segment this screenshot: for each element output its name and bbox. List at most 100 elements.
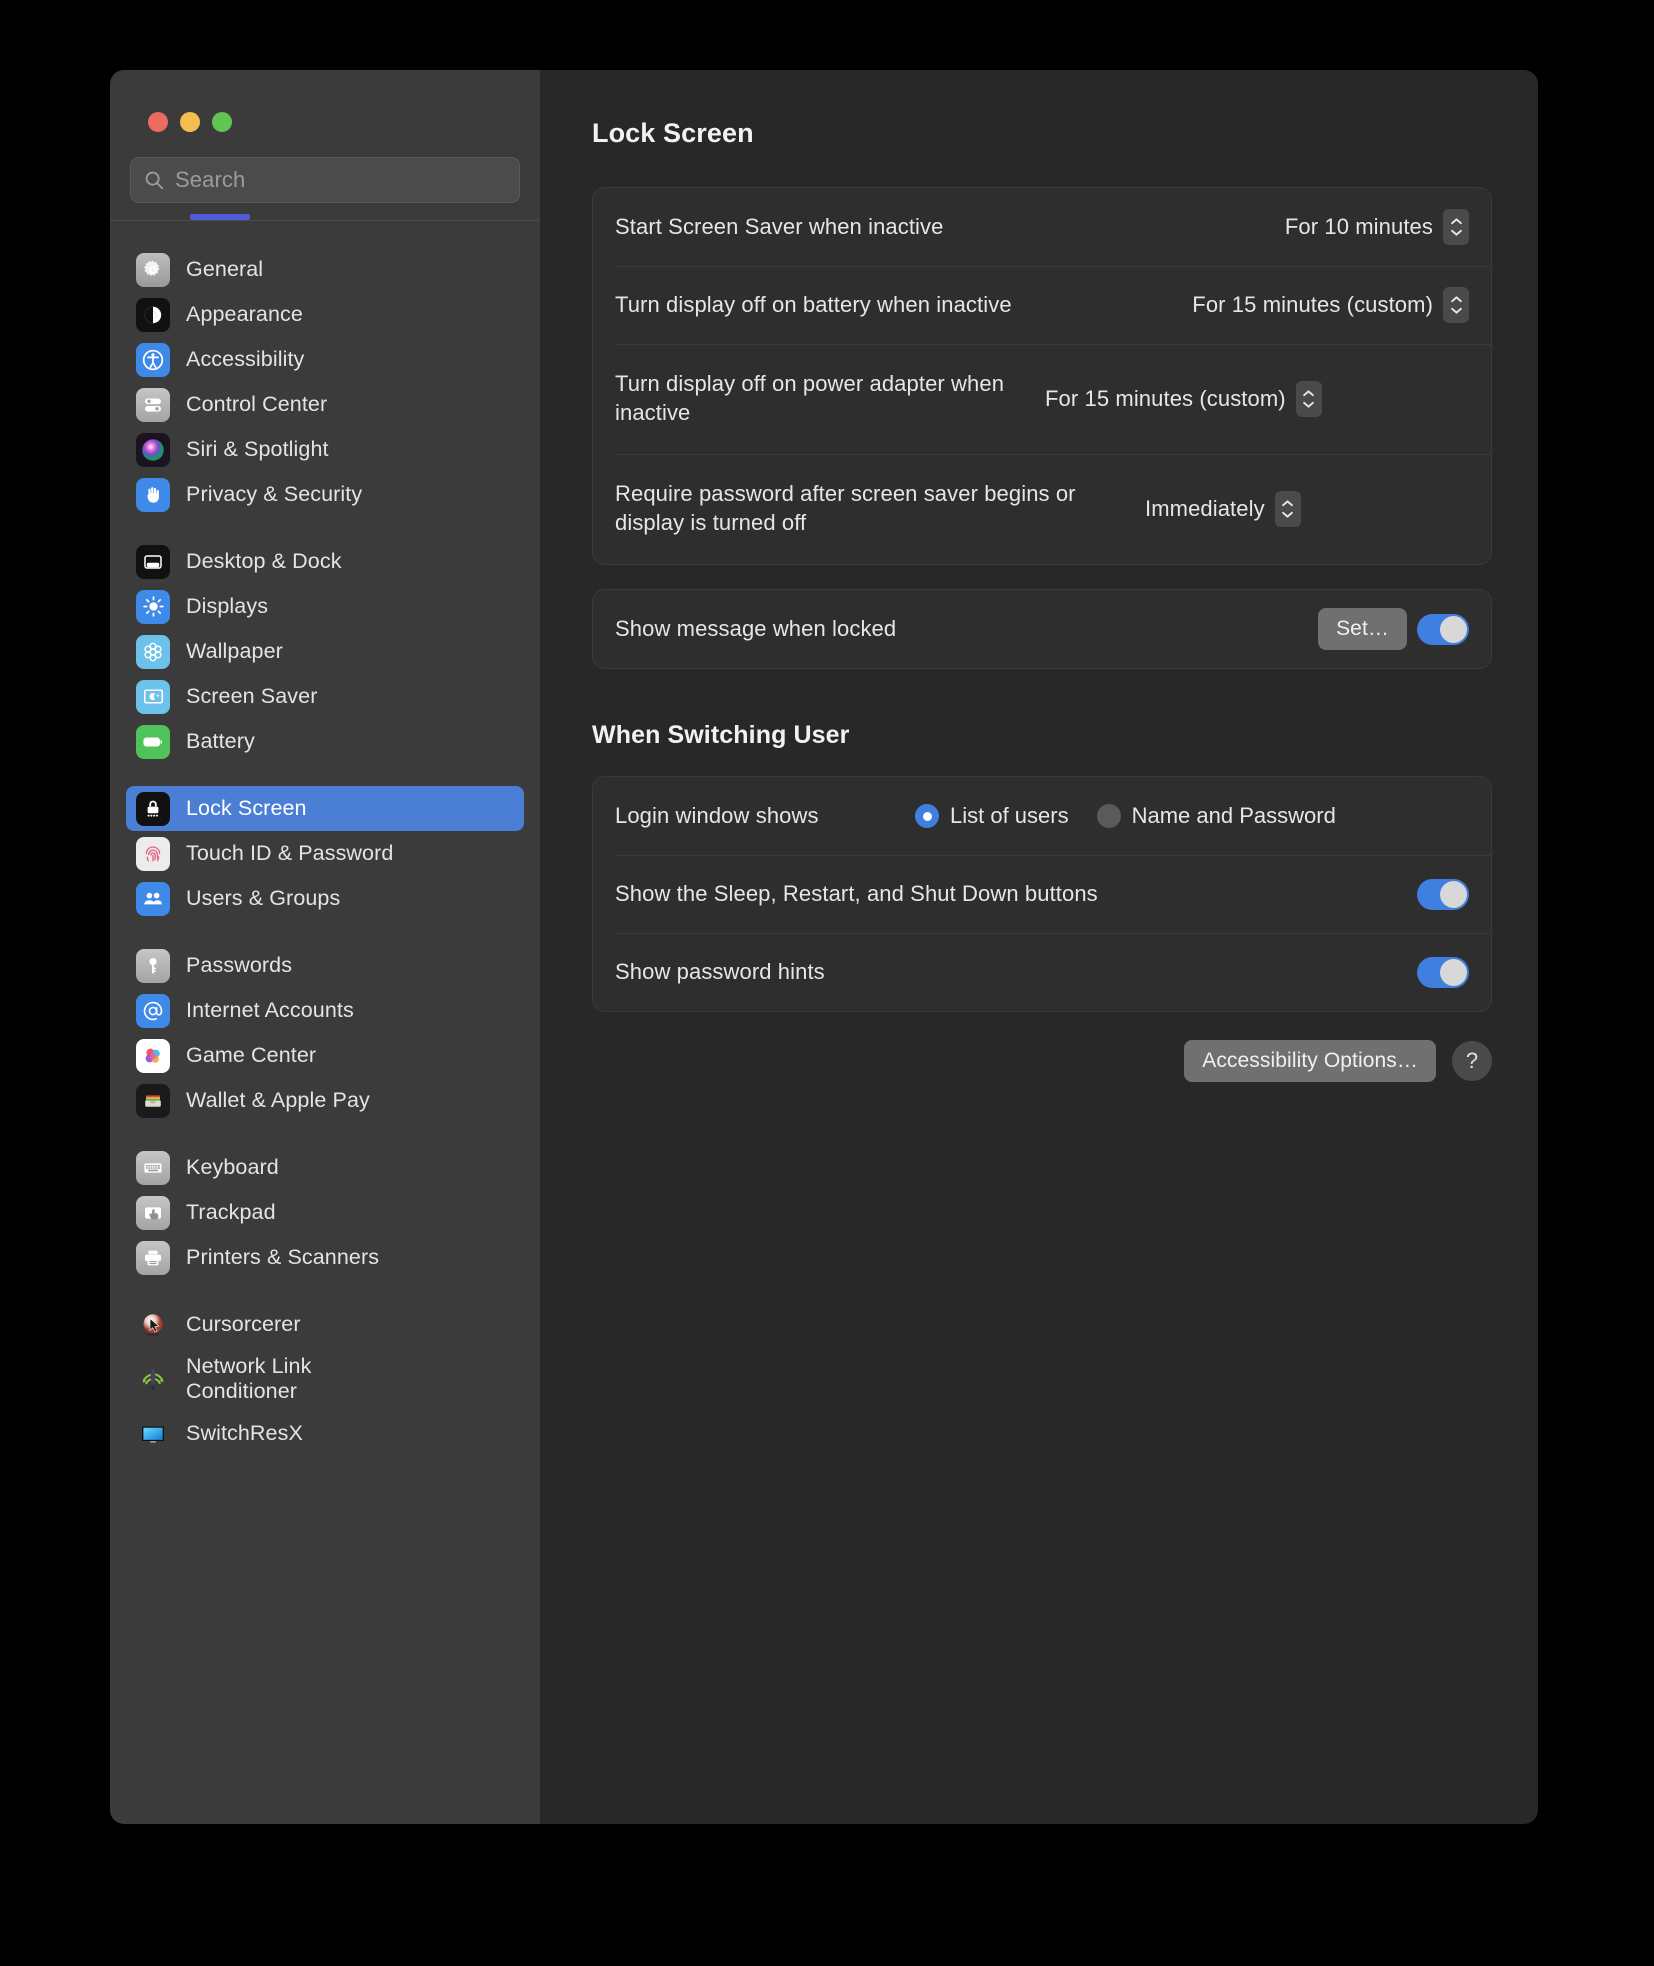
row-label: Login window shows [615, 802, 915, 831]
accessibility-options-button[interactable]: Accessibility Options… [1184, 1040, 1436, 1082]
sidebar-group-6: Cursorcerer [126, 1302, 524, 1478]
section-title-when-switching-user: When Switching User [592, 721, 1492, 750]
sidebar-item-label: Siri & Spotlight [186, 437, 329, 462]
sidebar-item-label: Printers & Scanners [186, 1245, 379, 1270]
sidebar-item-label: Touch ID & Password [186, 841, 393, 866]
password-hints-toggle[interactable] [1417, 957, 1469, 988]
sidebar-item-internet-accounts[interactable]: Internet Accounts [126, 988, 524, 1033]
sidebar-nav: General Appearance Accessibilit [110, 221, 540, 1824]
popup-value: For 10 minutes [1285, 214, 1433, 240]
sidebar-item-wallet-apple-pay[interactable]: Wallet & Apple Pay [126, 1078, 524, 1123]
popup-require-password[interactable]: Immediately [1145, 491, 1301, 527]
sidebar-divider [110, 220, 540, 221]
toggle-knob [1440, 881, 1467, 908]
popup-display-off-battery[interactable]: For 15 minutes (custom) [1192, 287, 1469, 323]
sidebar-item-label: Game Center [186, 1043, 316, 1068]
popup-value: Immediately [1145, 496, 1265, 522]
sidebar-item-label: Keyboard [186, 1155, 279, 1180]
sidebar-item-wallpaper[interactable]: Wallpaper [126, 629, 524, 674]
stepper-icon[interactable] [1296, 381, 1322, 417]
sidebar-item-switchresx[interactable]: SwitchResX [126, 1411, 524, 1456]
row-label: Require password after screen saver begi… [615, 480, 1145, 537]
sidebar-item-battery[interactable]: Battery [126, 719, 524, 764]
battery-icon [136, 725, 170, 759]
wallet-icon [136, 1084, 170, 1118]
sidebar-item-printers-scanners[interactable]: Printers & Scanners [126, 1235, 524, 1280]
sidebar-item-network-link-conditioner[interactable]: Network Link Conditioner [126, 1347, 524, 1411]
stepper-icon[interactable] [1443, 287, 1469, 323]
popup-start-screen-saver[interactable]: For 10 minutes [1285, 209, 1469, 245]
row-label: Show password hints [615, 958, 1417, 987]
row-display-off-power-adapter: Turn display off on power adapter when i… [593, 344, 1491, 454]
sidebar-item-label: Desktop & Dock [186, 549, 342, 574]
row-controls: Set… [1318, 608, 1469, 650]
page-title: Lock Screen [592, 118, 1492, 149]
row-label: Turn display off on power adapter when i… [615, 370, 1045, 427]
control-center-icon [136, 388, 170, 422]
sidebar-item-appearance[interactable]: Appearance [126, 292, 524, 337]
zoom-button[interactable] [212, 112, 232, 132]
sidebar-item-trackpad[interactable]: Trackpad [126, 1190, 524, 1235]
show-message-card: Show message when locked Set… [592, 589, 1492, 669]
sidebar-item-label: Trackpad [186, 1200, 276, 1225]
toggle-knob [1440, 616, 1467, 643]
popup-value: For 15 minutes (custom) [1045, 386, 1286, 412]
sidebar-item-control-center[interactable]: Control Center [126, 382, 524, 427]
radio-button[interactable] [1097, 804, 1121, 828]
row-show-password-hints: Show password hints [593, 933, 1491, 1011]
stepper-icon[interactable] [1275, 491, 1301, 527]
row-start-screen-saver: Start Screen Saver when inactive For 10 … [593, 188, 1491, 266]
login-window-radio-group: List of users Name and Password [915, 803, 1336, 829]
sidebar-item-passwords[interactable]: Passwords [126, 943, 524, 988]
popup-display-off-power-adapter[interactable]: For 15 minutes (custom) [1045, 381, 1322, 417]
sidebar-item-general[interactable]: General [126, 247, 524, 292]
accessibility-icon [136, 343, 170, 377]
radio-option-list-of-users[interactable]: List of users [915, 803, 1069, 829]
sidebar-item-desktop-dock[interactable]: Desktop & Dock [126, 539, 524, 584]
sidebar-item-label: Passwords [186, 953, 292, 978]
gear-icon [136, 253, 170, 287]
sidebar-item-label: Wallpaper [186, 639, 283, 664]
appearance-icon [136, 298, 170, 332]
sidebar-item-users-groups[interactable]: Users & Groups [126, 876, 524, 921]
switchresx-icon [136, 1417, 170, 1451]
radio-option-name-and-password[interactable]: Name and Password [1097, 803, 1336, 829]
network-link-conditioner-icon [136, 1362, 170, 1396]
sidebar-item-accessibility[interactable]: Accessibility [126, 337, 524, 382]
sidebar-item-displays[interactable]: Displays [126, 584, 524, 629]
radio-button[interactable] [915, 804, 939, 828]
lock-icon [136, 792, 170, 826]
hand-icon [136, 478, 170, 512]
help-button[interactable]: ? [1452, 1041, 1492, 1081]
radio-label: List of users [950, 803, 1069, 829]
sidebar-group-3: Lock Screen Touch ID & Password [126, 786, 524, 943]
minimize-button[interactable] [180, 112, 200, 132]
row-display-off-battery: Turn display off on battery when inactiv… [593, 266, 1491, 344]
sleep-restart-shutdown-toggle[interactable] [1417, 879, 1469, 910]
close-button[interactable] [148, 112, 168, 132]
show-message-toggle[interactable] [1417, 614, 1469, 645]
sidebar-item-touch-id-password[interactable]: Touch ID & Password [126, 831, 524, 876]
sidebar-item-cursorcerer[interactable]: Cursorcerer [126, 1302, 524, 1347]
sidebar: Search General Appearance [110, 70, 540, 1824]
search-icon [143, 169, 165, 191]
sidebar-group-5: Keyboard Trackpad Printers & Scanners [126, 1145, 524, 1302]
system-settings-window: Search General Appearance [110, 70, 1538, 1824]
sidebar-group-2: Desktop & Dock Displays [126, 539, 524, 786]
sidebar-item-game-center[interactable]: Game Center [126, 1033, 524, 1078]
sidebar-item-screen-saver[interactable]: Screen Saver [126, 674, 524, 719]
switching-user-card: Login window shows List of users Name an… [592, 776, 1492, 1012]
search-container: Search [110, 132, 540, 203]
row-require-password: Require password after screen saver begi… [593, 454, 1491, 564]
set-message-button[interactable]: Set… [1318, 608, 1407, 650]
sidebar-item-lock-screen[interactable]: Lock Screen [126, 786, 524, 831]
sidebar-item-siri-spotlight[interactable]: Siri & Spotlight [126, 427, 524, 472]
window-controls [110, 70, 540, 132]
sidebar-item-privacy-security[interactable]: Privacy & Security [126, 472, 524, 517]
sidebar-group-1: General Appearance Accessibilit [126, 247, 524, 539]
stepper-icon[interactable] [1443, 209, 1469, 245]
search-input[interactable]: Search [130, 157, 520, 203]
printer-icon [136, 1241, 170, 1275]
sidebar-item-label: Privacy & Security [186, 482, 362, 507]
sidebar-item-keyboard[interactable]: Keyboard [126, 1145, 524, 1190]
